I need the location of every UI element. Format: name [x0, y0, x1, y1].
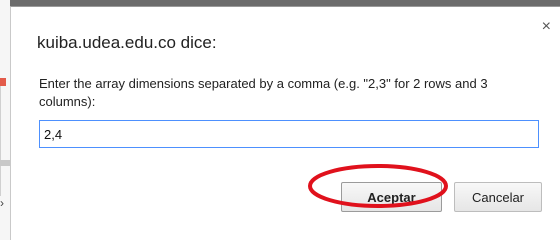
chevron-right-icon: › [0, 196, 4, 210]
dialog-title: kuiba.udea.edu.co dice: [37, 33, 217, 52]
browser-page: › × kuiba.udea.edu.co dice: Enter the ar… [0, 0, 560, 240]
dimensions-input[interactable] [39, 120, 539, 148]
background-page-marker [0, 78, 6, 86]
accept-button[interactable]: Aceptar [341, 182, 442, 212]
prompt-dialog: × kuiba.udea.edu.co dice: Enter the arra… [10, 6, 560, 240]
close-icon[interactable]: × [542, 19, 551, 35]
background-page-element [0, 160, 10, 166]
cancel-button[interactable]: Cancelar [454, 182, 542, 212]
dialog-message: Enter the array dimensions separated by … [39, 76, 488, 109]
background-divider [0, 86, 1, 196]
